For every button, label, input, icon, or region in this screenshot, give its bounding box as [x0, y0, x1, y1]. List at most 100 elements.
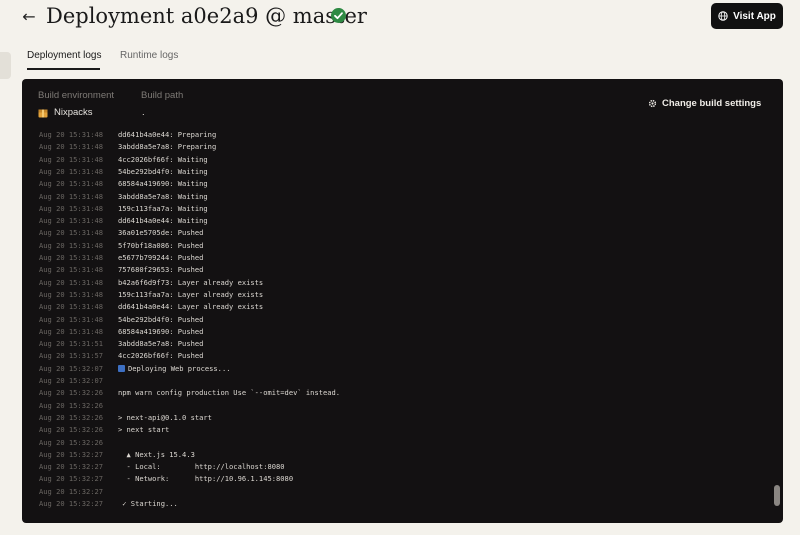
build-path-value: . [142, 107, 145, 118]
log-line: Aug 20 15:31:48 3abdd8a5e7a8: Waiting [22, 191, 773, 203]
success-check-icon [331, 8, 346, 23]
log-line: Aug 20 15:31:48 b42a6f6d9f73: Layer alrea… [22, 277, 773, 289]
visit-app-button[interactable]: Visit App [711, 3, 783, 29]
gear-icon [648, 99, 657, 107]
log-line: Aug 20 15:32:27 - Local: http://localhos… [22, 461, 773, 473]
log-timestamp: Aug 20 15:31:57 [39, 351, 104, 361]
log-timestamp: Aug 20 15:32:26 [39, 400, 104, 410]
log-line: Aug 20 15:31:48 54be292bd4f0: Pushed [22, 314, 773, 326]
log-line: Aug 20 15:31:48 dd641b4a0e44: Layer alrea… [22, 301, 773, 313]
log-line: Aug 20 15:32:26 npm warn config productio… [22, 387, 773, 399]
log-timestamp: Aug 20 15:32:26 [39, 412, 104, 422]
log-message: > next start [118, 425, 170, 435]
log-line: Aug 20 15:31:48 dd641b4a0e44: Waiting [22, 215, 773, 227]
log-message: > next-api@0.1.0 start [118, 412, 212, 422]
log-timestamp: Aug 20 15:31:48 [39, 253, 104, 262]
log-message: 3abdd8a5e7a8: Waiting [118, 191, 208, 201]
log-message: npm warn config production Use `--omit=d… [118, 388, 341, 398]
log-timestamp: Aug 20 15:31:48 [39, 289, 104, 299]
log-message: 68584a419690: Pushed [118, 326, 204, 336]
log-timestamp: Aug 20 15:32:27 [39, 499, 104, 508]
log-scrollbar[interactable] [773, 129, 780, 511]
log-message: 159c113faa7a: Waiting [118, 203, 208, 213]
log-timestamp: Aug 20 15:31:48 [39, 240, 104, 250]
log-line: Aug 20 15:32:27 - Network: http://10.96.… [22, 473, 773, 485]
log-line: Aug 20 15:32:26 [22, 400, 773, 412]
log-line: Aug 20 15:32:07 [22, 375, 773, 387]
log-line: Aug 20 15:31:48 159c113faa7a: Layer alrea… [22, 289, 773, 301]
log-timestamp: Aug 20 15:32:07 [39, 363, 104, 373]
log-timestamp: Aug 20 15:31:48 [39, 277, 104, 287]
deploy-icon [118, 364, 125, 372]
log-timestamp: Aug 20 15:32:27 [39, 449, 104, 459]
log-timestamp: Aug 20 15:32:27 [39, 462, 104, 472]
log-timestamp: Aug 20 15:31:48 [39, 154, 104, 164]
log-output: Aug 20 15:31:48 dd641b4a0e44: Preparing Au… [22, 129, 773, 511]
log-message: dd641b4a0e44: Waiting [118, 216, 208, 226]
log-timestamp: Aug 20 15:31:48 [39, 326, 104, 336]
log-line: Aug 20 15:31:48 54be292bd4f0: Waiting [22, 166, 773, 178]
log-line: Aug 20 15:31:57 4cc2026bf66f: Pushed [22, 350, 773, 362]
log-timestamp: Aug 20 15:31:48 [39, 179, 104, 189]
log-message: Deploying Web process... [118, 363, 231, 375]
log-message: 3abdd8a5e7a8: Preparing [118, 142, 217, 152]
log-line: Aug 20 15:31:48 e5677b799244: Pushed [22, 252, 773, 264]
log-message: dd641b4a0e44: Layer already exists [118, 302, 264, 312]
sidebar-toggle[interactable] [0, 52, 11, 79]
log-message: 4cc2026bf66f: Waiting [118, 154, 208, 164]
log-message: ▲ Next.js 15.4.3 [118, 449, 195, 459]
log-timestamp: Aug 20 15:31:48 [39, 314, 104, 324]
build-path-heading: Build path [141, 90, 184, 101]
log-timestamp: Aug 20 15:31:48 [39, 166, 104, 176]
log-message: 159c113faa7a: Layer already exists [118, 289, 264, 299]
log-message: 54be292bd4f0: Waiting [118, 166, 208, 176]
change-build-settings-button[interactable]: Change build settings [648, 96, 761, 110]
log-message: 36a01e5705de: Pushed [118, 228, 204, 238]
log-line: Aug 20 15:31:48 159c113faa7a: Waiting [22, 203, 773, 215]
log-timestamp: Aug 20 15:31:48 [39, 142, 104, 152]
log-line: Aug 20 15:31:48 5f70bf18a086: Pushed [22, 240, 773, 252]
log-timestamp: Aug 20 15:31:48 [39, 265, 104, 275]
build-environment-value: Nixpacks [54, 107, 93, 118]
log-message: dd641b4a0e44: Preparing [118, 130, 217, 139]
log-timestamp: Aug 20 15:31:48 [39, 302, 104, 312]
log-message: ✓ Starting... [118, 499, 178, 508]
log-message: - Local: http://localhost:8080 [118, 462, 285, 472]
page-header: ← Deployment a0e2a9 @ master Visit App [0, 0, 800, 40]
tab-runtime-logs[interactable]: Runtime logs [120, 48, 178, 64]
log-line: Aug 20 15:31:48 757680f29653: Pushed [22, 264, 773, 276]
back-button[interactable]: ← [20, 8, 38, 26]
log-timestamp: Aug 20 15:32:26 [39, 437, 104, 447]
log-message: b42a6f6d9f73: Layer already exists [118, 277, 264, 287]
page-title: Deployment a0e2a9 @ master [46, 4, 367, 28]
log-message: - Network: http://10.96.1.145:8080 [118, 474, 294, 484]
log-message: 3abdd8a5e7a8: Pushed [118, 339, 204, 349]
log-timestamp: Aug 20 15:31:51 [39, 339, 104, 349]
log-line: Aug 20 15:32:27 [22, 486, 773, 498]
log-message: 5f70bf18a086: Pushed [118, 240, 204, 250]
log-line: Aug 20 15:32:07 Deploying Web process... [22, 363, 773, 375]
package-icon [38, 109, 48, 118]
log-timestamp: Aug 20 15:32:26 [39, 388, 104, 398]
scrollbar-thumb[interactable] [774, 485, 780, 506]
build-environment-heading: Build environment [38, 90, 115, 101]
log-timestamp: Aug 20 15:32:27 [39, 486, 104, 496]
visit-app-label: Visit App [733, 10, 776, 22]
tab-deployment-logs[interactable]: Deployment logs [27, 48, 101, 64]
log-message-text: Deploying Web process... [128, 363, 231, 373]
log-timestamp: Aug 20 15:32:26 [39, 425, 104, 435]
log-line: Aug 20 15:32:27 ▲ Next.js 15.4.3 [22, 449, 773, 461]
log-timestamp: Aug 20 15:32:27 [39, 474, 104, 484]
globe-icon [718, 11, 728, 21]
log-line: Aug 20 15:32:26 > next start [22, 424, 773, 436]
active-tab-indicator [27, 68, 100, 70]
log-message: 4cc2026bf66f: Pushed [118, 351, 204, 361]
log-line: Aug 20 15:31:51 3abdd8a5e7a8: Pushed [22, 338, 773, 350]
log-line: Aug 20 15:31:48 4cc2026bf66f: Waiting [22, 154, 773, 166]
log-timestamp: Aug 20 15:31:48 [39, 228, 104, 238]
log-line: Aug 20 15:31:48 3abdd8a5e7a8: Preparing [22, 141, 773, 153]
log-message: e5677b799244: Pushed [118, 253, 204, 262]
log-line: Aug 20 15:31:48 dd641b4a0e44: Preparing [22, 129, 773, 141]
log-timestamp: Aug 20 15:32:07 [39, 376, 104, 385]
log-message: 54be292bd4f0: Pushed [118, 314, 204, 324]
